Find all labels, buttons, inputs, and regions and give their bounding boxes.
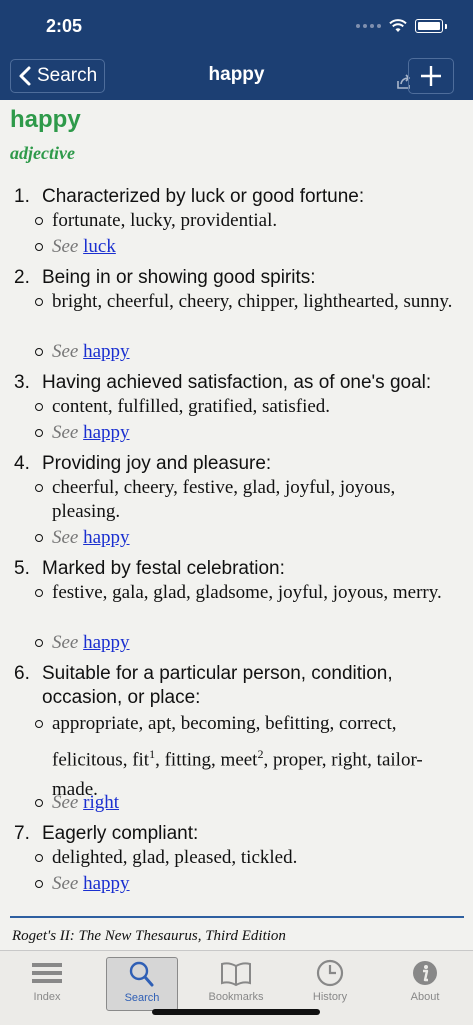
sense-number: 1. xyxy=(14,186,30,207)
bullet-icon xyxy=(35,534,43,542)
top-bar: 2:05 Search happy xyxy=(0,0,473,100)
magnifier-icon xyxy=(129,961,154,987)
sense-number: 7. xyxy=(14,823,30,844)
see-link-happy[interactable]: happy xyxy=(83,527,129,548)
bullet-icon xyxy=(35,243,43,251)
sense-definition: Having achieved satisfaction, as of one'… xyxy=(42,372,432,393)
part-of-speech: adjective xyxy=(10,143,75,163)
see-link-happy[interactable]: happy xyxy=(83,341,129,362)
sense-definition: Being in or showing good spirits: xyxy=(42,267,316,288)
bullet-icon xyxy=(35,429,43,437)
plus-icon xyxy=(421,66,441,86)
synonym-list: bright, cheerful, cheery, chipper, light… xyxy=(35,290,464,314)
see-also: See right xyxy=(35,791,464,815)
sense-definition: Characterized by luck or good fortune: xyxy=(42,186,365,207)
see-label: See xyxy=(52,341,79,362)
see-link-happy[interactable]: happy xyxy=(83,873,129,894)
sense-number: 2. xyxy=(14,267,30,288)
signal-icon xyxy=(356,24,381,28)
sense-number: 5. xyxy=(14,558,30,579)
bullet-icon xyxy=(35,484,43,492)
status-icons xyxy=(356,18,447,34)
see-also: See happy xyxy=(35,340,464,364)
see-link-luck[interactable]: luck xyxy=(83,236,116,257)
bullet-icon xyxy=(35,298,43,306)
synonym-list: festive, gala, glad, gladsome, joyful, j… xyxy=(35,581,464,605)
tab-label: History xyxy=(312,991,348,1003)
see-label: See xyxy=(52,632,79,653)
see-also: See happy xyxy=(35,872,464,896)
see-link-right[interactable]: right xyxy=(83,792,119,813)
bullet-icon xyxy=(35,854,43,862)
synonym-list: delighted, glad, pleased, tickled. xyxy=(35,846,464,870)
sense-number: 4. xyxy=(14,453,30,474)
see-also: See luck xyxy=(35,235,464,259)
headword: happy xyxy=(10,106,81,133)
sense-number: 6. xyxy=(14,663,30,684)
synonym-list: content, fulfilled, gratified, satisfied… xyxy=(35,395,464,419)
see-label: See xyxy=(52,792,79,813)
divider xyxy=(10,916,464,918)
bullet-icon xyxy=(35,639,43,647)
tab-label: About xyxy=(410,991,440,1003)
synonym-list: cheerful, cheery, festive, glad, joyful,… xyxy=(35,476,464,524)
see-also: See happy xyxy=(35,631,464,655)
book-icon xyxy=(221,962,251,987)
tab-label: Index xyxy=(33,991,61,1003)
tab-label: Search xyxy=(124,992,160,1004)
tab-about[interactable]: About xyxy=(390,957,460,1009)
see-also: See happy xyxy=(35,421,464,445)
see-link-happy[interactable]: happy xyxy=(83,422,129,443)
bullet-icon xyxy=(35,348,43,356)
see-label: See xyxy=(52,527,79,548)
tab-bookmarks[interactable]: Bookmarks xyxy=(201,957,271,1009)
info-icon xyxy=(413,961,437,985)
sense-definition: Suitable for a particular person, condit… xyxy=(42,663,393,708)
sense-definition: Marked by festal celebration: xyxy=(42,558,285,579)
home-indicator xyxy=(152,1009,320,1015)
sense-definition: Eagerly compliant: xyxy=(42,823,199,844)
bullet-icon xyxy=(35,589,43,597)
tab-label: Bookmarks xyxy=(208,991,264,1003)
status-time: 2:05 xyxy=(46,16,83,36)
bullet-icon xyxy=(35,880,43,888)
see-label: See xyxy=(52,236,79,257)
sense-definition: Providing joy and pleasure: xyxy=(42,453,272,474)
tab-history[interactable]: History xyxy=(295,957,365,1009)
bullet-icon xyxy=(35,403,43,411)
see-label: See xyxy=(52,873,79,894)
clock-icon xyxy=(316,959,344,987)
sense-number: 3. xyxy=(14,372,30,393)
bullet-icon xyxy=(35,217,43,225)
wifi-icon xyxy=(389,19,407,32)
tab-index[interactable]: Index xyxy=(12,957,82,1009)
list-icon xyxy=(32,963,62,983)
add-bookmark-button[interactable] xyxy=(408,58,454,94)
tab-search[interactable]: Search xyxy=(106,957,178,1011)
bullet-icon xyxy=(35,799,43,807)
bullet-icon xyxy=(35,720,43,728)
source-citation: Roget's II: The New Thesaurus, Third Edi… xyxy=(12,928,286,944)
synonym-list: fortunate, lucky, providential. xyxy=(35,209,464,233)
see-link-happy[interactable]: happy xyxy=(83,632,129,653)
battery-icon xyxy=(415,19,443,33)
see-also: See happy xyxy=(35,526,464,550)
see-label: See xyxy=(52,422,79,443)
